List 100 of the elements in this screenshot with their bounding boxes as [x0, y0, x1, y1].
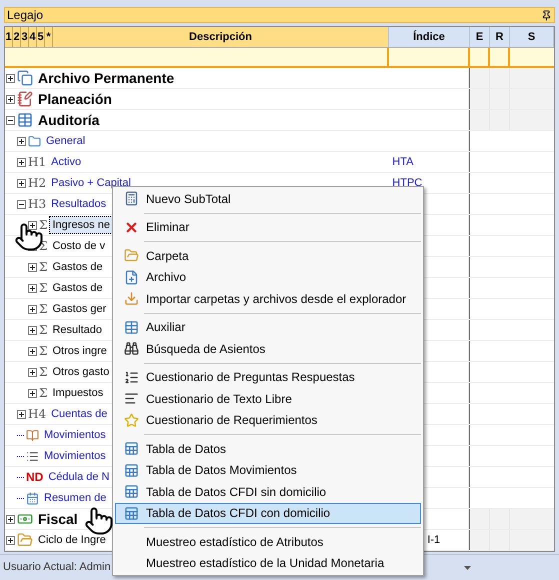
- menu-item[interactable]: Tabla de Datos: [115, 438, 421, 460]
- expand-icon[interactable]: [17, 136, 26, 146]
- expand-icon[interactable]: [28, 326, 37, 334]
- column-header[interactable]: E: [470, 27, 490, 47]
- expand-icon[interactable]: [17, 410, 26, 418]
- column-header[interactable]: Descripción: [53, 27, 389, 47]
- tree-item-label[interactable]: Ingresos ne: [49, 216, 113, 234]
- expand-icon[interactable]: [17, 158, 26, 166]
- folder-icon: [124, 248, 138, 264]
- row-prefix: Σ: [39, 322, 48, 339]
- download-icon: [124, 291, 138, 306]
- tree-item-label[interactable]: Impuestos: [49, 384, 106, 402]
- row-prefix: Σ: [39, 385, 48, 402]
- tree-item-label[interactable]: Ciclo de Ingre: [35, 531, 109, 549]
- folder-icon: [28, 134, 41, 148]
- calendar-icon: [26, 492, 39, 504]
- tree-item-label[interactable]: Archivo Permanente: [35, 69, 178, 87]
- expand-icon[interactable]: [28, 220, 37, 230]
- numbered-list-icon: [124, 370, 138, 385]
- row-prefix: Σ: [39, 364, 48, 381]
- notebook-icon: [17, 91, 33, 107]
- tree-item-label[interactable]: Resultado: [49, 321, 106, 339]
- pin-icon[interactable]: [541, 10, 552, 20]
- tree-item-label[interactable]: Otros ingre: [49, 342, 110, 360]
- tree-item-label[interactable]: Cédula de N: [45, 468, 112, 486]
- menu-item[interactable]: Archivo: [115, 266, 421, 288]
- tree-item-label[interactable]: Fiscal: [35, 510, 81, 528]
- expand-icon[interactable]: [28, 284, 37, 292]
- spreadsheet-icon: [124, 506, 138, 521]
- tree-item-label[interactable]: General: [43, 132, 88, 150]
- menu-item[interactable]: Muestreo estadístico de la Unidad Monetaria: [115, 552, 421, 574]
- menu-item[interactable]: Tabla de Datos Movimientos: [115, 460, 421, 481]
- tree-item-label[interactable]: Gastos de: [49, 258, 106, 276]
- column-header[interactable]: R: [490, 27, 510, 47]
- calculator-icon: [124, 191, 138, 206]
- menu-item[interactable]: Importar carpetas y archivos desde el explorador: [115, 288, 421, 310]
- expand-icon[interactable]: [6, 536, 15, 544]
- menu-item[interactable]: Búsqueda de Asientos: [115, 338, 421, 360]
- tree-item-label[interactable]: Cuentas de: [48, 405, 110, 423]
- file-plus-icon: [124, 270, 138, 285]
- expand-icon[interactable]: [28, 368, 37, 376]
- menu-item[interactable]: Cuestionario de Requerimientos: [115, 410, 421, 431]
- caret-icon[interactable]: [464, 566, 471, 570]
- tree-item-label[interactable]: Gastos ger: [49, 300, 110, 318]
- menu-item[interactable]: Cuestionario de Preguntas Respuestas: [115, 366, 421, 388]
- expand-icon[interactable]: [28, 346, 37, 356]
- collapse-icon[interactable]: [6, 116, 15, 124]
- level-header[interactable]: 5: [37, 27, 45, 47]
- expand-icon[interactable]: [6, 514, 15, 524]
- close-icon: [124, 220, 138, 235]
- tree-item-label[interactable]: Gastos de: [49, 279, 106, 297]
- tree-item-label[interactable]: Activo: [48, 153, 84, 171]
- menu-item[interactable]: Tabla de Datos CFDI sin domicilio: [115, 481, 421, 502]
- level-header[interactable]: 4: [29, 27, 37, 47]
- tree-item-label[interactable]: Otros gasto: [49, 363, 112, 381]
- row-prefix: H4: [28, 406, 46, 423]
- expand-icon[interactable]: [28, 262, 37, 272]
- menu-item[interactable]: Tabla de Datos CFDI con domicilio: [115, 502, 421, 524]
- row-prefix: Σ: [39, 301, 48, 318]
- menu-item[interactable]: Cuestionario de Texto Libre: [115, 388, 421, 410]
- index-cell-text: I-1: [427, 532, 440, 548]
- panel-title: Legajo: [7, 7, 44, 24]
- row-prefix: H1: [28, 154, 46, 171]
- tree-item-label[interactable]: Auditoría: [35, 111, 102, 129]
- spreadsheet-icon: [124, 441, 138, 456]
- tree-item-label[interactable]: Resultados: [48, 195, 110, 213]
- table-icon: [17, 112, 33, 128]
- menu-item[interactable]: Auxiliar: [115, 316, 421, 338]
- menu-item[interactable]: Muestreo estadístico de Atributos: [115, 531, 421, 552]
- level-header[interactable]: 1: [5, 27, 13, 47]
- expand-icon[interactable]: [28, 304, 37, 314]
- row-prefix: Σ: [39, 259, 48, 276]
- menu-item[interactable]: Eliminar: [115, 216, 421, 238]
- column-header[interactable]: Índice: [389, 27, 470, 47]
- tree-item-label[interactable]: Planeación: [35, 90, 115, 108]
- level-header[interactable]: 3: [21, 27, 29, 47]
- text-lines-icon: [124, 391, 138, 406]
- column-header[interactable]: S: [510, 27, 554, 47]
- book-icon: [26, 428, 39, 442]
- row-prefix: Σ: [39, 217, 48, 234]
- star-icon: [124, 412, 138, 428]
- tree-item-label[interactable]: Movimientos: [41, 447, 109, 465]
- expand-icon[interactable]: [6, 74, 15, 82]
- tree-item-label[interactable]: Resumen de: [41, 489, 110, 507]
- stacked-pages-icon: [17, 70, 33, 86]
- current-user-text: Usuario Actual: Admin: [2, 560, 111, 576]
- collapse-icon[interactable]: [17, 200, 26, 208]
- tree-item-label[interactable]: Movimientos: [41, 426, 109, 444]
- row-prefix: Σ: [39, 280, 48, 297]
- tree-item-label[interactable]: Costo de v: [49, 237, 108, 255]
- list-icon: [26, 450, 39, 462]
- expand-icon[interactable]: [28, 388, 37, 398]
- row-prefix: Σ: [39, 343, 48, 360]
- folder-icon: [17, 532, 33, 548]
- level-header[interactable]: *: [45, 27, 53, 47]
- binoculars-icon: [124, 341, 138, 356]
- expand-icon[interactable]: [6, 94, 15, 104]
- menu-item[interactable]: Carpeta: [115, 245, 421, 266]
- expand-icon[interactable]: [17, 178, 26, 188]
- level-header[interactable]: 2: [13, 27, 21, 47]
